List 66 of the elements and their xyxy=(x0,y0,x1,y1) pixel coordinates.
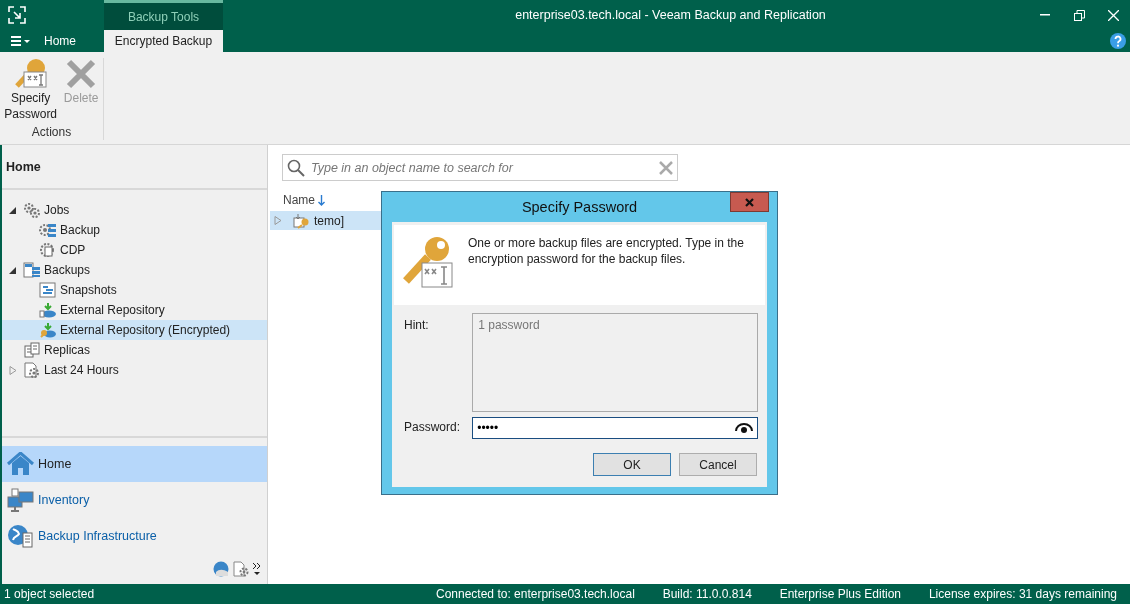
password-input[interactable]: ••••• xyxy=(477,421,735,435)
dialog-button[interactable]: OK xyxy=(593,453,671,476)
dialog-message: One or more backup files are encrypted. Type in the encryption password for the backup files. xyxy=(468,235,745,268)
ribbon-tab[interactable]: Encrypted Backup xyxy=(104,30,223,52)
close-icon xyxy=(745,197,754,207)
tree-item[interactable]: CDP xyxy=(2,240,267,260)
globe-icon[interactable] xyxy=(213,561,229,577)
tree-item[interactable]: Snapshots xyxy=(2,280,267,300)
nav-item[interactable]: Backup Infrastructure xyxy=(2,518,267,554)
tree-node-icon xyxy=(23,262,41,278)
status-text: Connected to: enterprise03.tech.local xyxy=(436,587,635,601)
close-icon xyxy=(1107,9,1119,21)
key-password-icon xyxy=(400,235,454,289)
menu-icon[interactable] xyxy=(10,35,30,47)
nav-item[interactable]: Inventory xyxy=(2,482,267,518)
tree-item[interactable]: Jobs xyxy=(2,200,267,220)
column-header[interactable]: Name xyxy=(283,193,315,207)
password-field[interactable]: ••••• xyxy=(472,417,758,439)
job-key-icon xyxy=(292,212,310,229)
nav-item-icon xyxy=(7,524,34,548)
overflow-chevron-icon[interactable] xyxy=(253,562,261,576)
help-icon[interactable] xyxy=(1110,33,1126,49)
password-label: Password: xyxy=(404,419,462,436)
context-tab-group-label: Backup Tools xyxy=(104,0,223,30)
tree-item[interactable]: Replicas xyxy=(2,340,267,360)
tree-node-icon xyxy=(23,362,41,378)
restore-icon xyxy=(1073,9,1085,21)
search-icon xyxy=(287,158,305,177)
status-text: License expires: 31 days remaining xyxy=(928,587,1117,601)
dialog-title: Specify Password xyxy=(520,199,639,215)
dialog-close-button[interactable] xyxy=(730,192,769,212)
sidebar-title: Home xyxy=(2,145,267,190)
tree-node-icon xyxy=(39,282,57,298)
window-title: enterprise03.tech.local - Veeam Backup and Replication xyxy=(514,8,827,22)
tree-node-icon xyxy=(23,202,41,218)
status-text: Enterprise Plus Edition xyxy=(779,587,902,601)
ribbon-button[interactable]: Specify Password xyxy=(2,58,60,125)
search-field[interactable]: Type in an object name to search for xyxy=(282,154,678,181)
tree-item[interactable]: External Repository xyxy=(2,300,267,320)
status-text: Build: 11.0.0.814 xyxy=(662,587,752,601)
app-logo-icon xyxy=(8,6,26,24)
document-gear-icon[interactable] xyxy=(233,561,249,577)
hint-label: Hint: xyxy=(404,317,430,334)
expanded-icon[interactable] xyxy=(9,265,17,275)
status-text: 1 object selected xyxy=(4,587,95,601)
nav-item-icon xyxy=(7,452,34,476)
tree-node-icon xyxy=(39,242,57,258)
tree-item[interactable]: Last 24 Hours xyxy=(2,360,267,380)
sort-descending-icon[interactable] xyxy=(318,194,325,206)
ribbon-tab[interactable]: Home xyxy=(38,30,82,52)
tree-node-icon xyxy=(23,342,41,358)
tree-item[interactable]: Backup xyxy=(2,220,267,240)
tree-item[interactable]: External Repository (Encrypted) xyxy=(2,320,267,340)
show-password-icon[interactable] xyxy=(735,423,753,433)
minimize-icon xyxy=(1040,14,1050,16)
nav-item[interactable]: Home xyxy=(2,446,267,482)
tree-item[interactable]: Backups xyxy=(2,260,267,280)
delete-icon xyxy=(65,58,98,90)
expanded-icon[interactable] xyxy=(9,205,17,215)
ribbon-group-label: Actions xyxy=(30,125,73,140)
tree-node-icon xyxy=(39,222,57,238)
dialog-button[interactable]: Cancel xyxy=(679,453,757,476)
tree-node-icon xyxy=(39,302,57,318)
tree-node-icon xyxy=(39,322,57,338)
nav-item-icon xyxy=(7,488,34,512)
key-password-icon xyxy=(13,58,48,90)
